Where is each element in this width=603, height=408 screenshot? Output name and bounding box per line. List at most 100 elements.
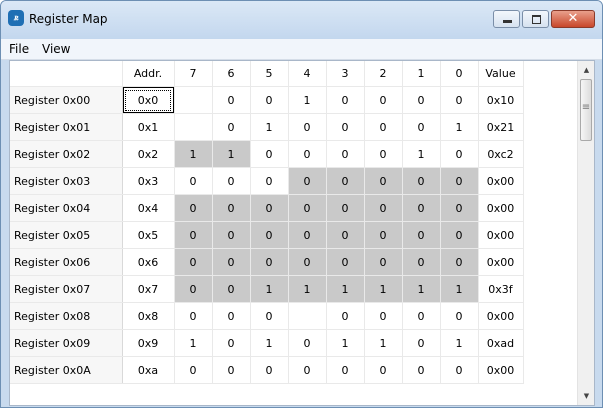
bit-cell[interactable]: 1	[250, 329, 289, 357]
register-address-cell[interactable]: 0xa	[122, 356, 175, 384]
bit-cell[interactable]: 0	[212, 329, 251, 357]
vertical-scrollbar[interactable]: ▲ ▼	[577, 61, 594, 405]
bit-cell[interactable]: 0	[174, 221, 213, 249]
bit-cell[interactable]: 0	[326, 140, 365, 168]
register-value-cell[interactable]: 0x00	[478, 221, 524, 249]
bit-cell[interactable]: 0	[212, 248, 251, 276]
minimize-button[interactable]	[493, 10, 520, 28]
bit-cell[interactable]: 1	[250, 113, 289, 141]
register-address-cell[interactable]: 0x9	[122, 329, 175, 357]
bit-cell[interactable]: 0	[364, 140, 403, 168]
bit-cell[interactable]: 0	[288, 113, 327, 141]
bit-cell[interactable]: 0	[326, 356, 365, 384]
bit-cell[interactable]	[174, 113, 213, 141]
register-address-cell[interactable]: 0x2	[122, 140, 175, 168]
bit-cell[interactable]: 0	[326, 113, 365, 141]
register-address-cell[interactable]: 0x8	[122, 302, 175, 330]
bit-cell[interactable]: 1	[212, 140, 251, 168]
bit-cell[interactable]: 0	[402, 302, 441, 330]
bit-cell[interactable]: 0	[402, 221, 441, 249]
bit-cell[interactable]: 1	[364, 275, 403, 303]
bit-cell[interactable]: 0	[440, 86, 479, 114]
bit-cell[interactable]: 0	[288, 248, 327, 276]
bit-cell[interactable]: 0	[174, 356, 213, 384]
bit-cell[interactable]: 0	[174, 275, 213, 303]
bit-cell[interactable]: 1	[174, 140, 213, 168]
register-value-cell[interactable]: 0x21	[478, 113, 524, 141]
bit-cell[interactable]: 0	[250, 248, 289, 276]
bit-cell[interactable]: 1	[440, 275, 479, 303]
bit-cell[interactable]: 0	[364, 194, 403, 222]
bit-cell[interactable]: 0	[364, 356, 403, 384]
bit-cell[interactable]	[174, 86, 213, 114]
bit-cell[interactable]: 0	[440, 140, 479, 168]
bit-cell[interactable]: 0	[364, 167, 403, 195]
register-value-cell[interactable]: 0x00	[478, 248, 524, 276]
bit-cell[interactable]: 1	[440, 113, 479, 141]
bit-cell[interactable]: 0	[440, 221, 479, 249]
bit-cell[interactable]: 1	[326, 275, 365, 303]
bit-cell[interactable]: 0	[326, 221, 365, 249]
register-address-cell[interactable]: 0x5	[122, 221, 175, 249]
bit-cell[interactable]: 0	[402, 194, 441, 222]
scroll-thumb[interactable]	[580, 79, 592, 141]
bit-cell[interactable]: 0	[402, 86, 441, 114]
bit-cell[interactable]: 0	[288, 221, 327, 249]
bit-cell[interactable]: 0	[212, 86, 251, 114]
bit-cell[interactable]: 1	[326, 329, 365, 357]
bit-cell[interactable]: 0	[250, 302, 289, 330]
bit-cell[interactable]: 0	[174, 194, 213, 222]
register-address-cell[interactable]: 0x4	[122, 194, 175, 222]
bit-cell[interactable]: 0	[250, 140, 289, 168]
bit-cell[interactable]: 1	[174, 329, 213, 357]
bit-cell[interactable]: 1	[250, 275, 289, 303]
register-value-cell[interactable]: 0xc2	[478, 140, 524, 168]
bit-cell[interactable]: 0	[288, 140, 327, 168]
register-value-cell[interactable]: 0x00	[478, 194, 524, 222]
menu-view[interactable]: View	[42, 42, 70, 56]
bit-cell[interactable]: 0	[440, 302, 479, 330]
bit-cell[interactable]: 0	[212, 167, 251, 195]
arrow-down-icon[interactable]: ▼	[578, 392, 594, 400]
bit-cell[interactable]: 0	[174, 302, 213, 330]
bit-cell[interactable]: 0	[326, 86, 365, 114]
bit-cell[interactable]: 1	[288, 86, 327, 114]
maximize-button[interactable]	[522, 10, 549, 28]
bit-cell[interactable]: 0	[364, 221, 403, 249]
bit-cell[interactable]: 0	[402, 248, 441, 276]
register-value-cell[interactable]: 0x00	[478, 302, 524, 330]
register-value-cell[interactable]: 0x3f	[478, 275, 524, 303]
register-address-cell[interactable]: 0x0	[122, 86, 175, 114]
bit-cell[interactable]: 0	[288, 194, 327, 222]
register-address-cell[interactable]: 0x1	[122, 113, 175, 141]
bit-cell[interactable]: 0	[174, 167, 213, 195]
bit-cell[interactable]: 0	[326, 194, 365, 222]
bit-cell[interactable]: 0	[212, 302, 251, 330]
bit-cell[interactable]: 0	[440, 356, 479, 384]
bit-cell[interactable]: 0	[440, 167, 479, 195]
register-value-cell[interactable]: 0x00	[478, 167, 524, 195]
bit-cell[interactable]: 0	[364, 302, 403, 330]
bit-cell[interactable]: 0	[402, 113, 441, 141]
bit-cell[interactable]: 1	[402, 275, 441, 303]
bit-cell[interactable]: 0	[212, 356, 251, 384]
bit-cell[interactable]: 0	[326, 302, 365, 330]
register-address-cell[interactable]: 0x3	[122, 167, 175, 195]
bit-cell[interactable]: 1	[364, 329, 403, 357]
register-address-cell[interactable]: 0x6	[122, 248, 175, 276]
bit-cell[interactable]: 1	[440, 329, 479, 357]
register-value-cell[interactable]: 0x00	[478, 356, 524, 384]
bit-cell[interactable]: 0	[364, 113, 403, 141]
bit-cell[interactable]: 0	[364, 248, 403, 276]
bit-cell[interactable]: 0	[402, 356, 441, 384]
bit-cell[interactable]: 0	[288, 356, 327, 384]
bit-cell[interactable]	[288, 302, 327, 330]
bit-cell[interactable]: 0	[326, 167, 365, 195]
bit-cell[interactable]: 0	[250, 86, 289, 114]
bit-cell[interactable]: 0	[212, 194, 251, 222]
bit-cell[interactable]: 0	[288, 167, 327, 195]
arrow-up-icon[interactable]: ▲	[578, 66, 594, 74]
menu-file[interactable]: File	[9, 42, 29, 56]
bit-cell[interactable]: 0	[250, 356, 289, 384]
bit-cell[interactable]: 0	[402, 329, 441, 357]
